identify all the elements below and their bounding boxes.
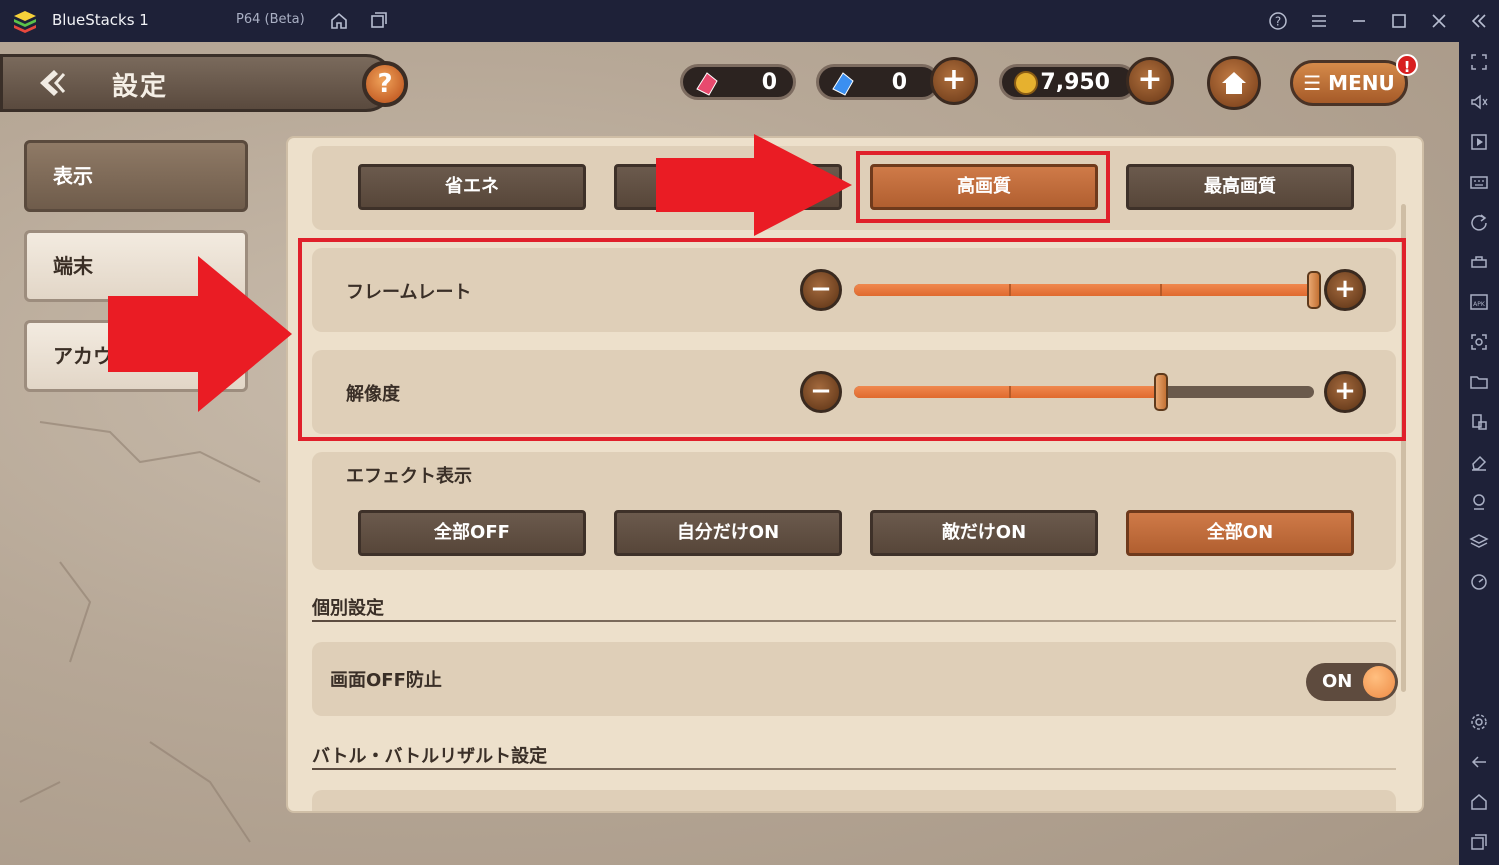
battle-settings-heading: バトル・バトルリザルト設定 — [312, 746, 548, 767]
svg-text:?: ? — [1275, 15, 1281, 29]
page-title: 設定 — [112, 72, 169, 102]
minimize-icon[interactable] — [1347, 9, 1371, 33]
apk-icon[interactable]: APK — [1467, 290, 1491, 314]
blue-gem-counter: 0 — [816, 64, 940, 100]
add-blue-gem-button[interactable]: + — [930, 57, 978, 105]
screen-off-toggle[interactable]: ON — [1306, 663, 1398, 701]
home-icon[interactable] — [327, 9, 351, 33]
effects-enemy-only-button[interactable]: 敵だけON — [870, 510, 1098, 556]
add-gold-button[interactable]: + — [1126, 57, 1174, 105]
multi-instance-icon[interactable] — [367, 9, 391, 33]
section-divider — [312, 620, 1396, 622]
settings-icon[interactable] — [1467, 710, 1491, 734]
screen-off-label: 画面OFF防止 — [330, 670, 442, 691]
recent-apps-icon[interactable] — [1467, 830, 1491, 854]
individual-settings-heading: 個別設定 — [312, 598, 384, 619]
highlight-box-quality — [856, 151, 1110, 223]
fullscreen-icon[interactable] — [1467, 50, 1491, 74]
back-arrow-icon[interactable] — [34, 66, 70, 100]
blue-gem-icon — [832, 72, 854, 96]
app-title: BlueStacks 1 — [52, 11, 149, 29]
volume-icon[interactable] — [1467, 90, 1491, 114]
effects-all-off-button[interactable]: 全部OFF — [358, 510, 586, 556]
toggle-knob — [1363, 666, 1395, 698]
eraser-icon[interactable] — [1467, 450, 1491, 474]
bluestacks-logo-icon — [14, 11, 36, 33]
gold-value: 7,950 — [1040, 70, 1110, 95]
layers-icon[interactable] — [1467, 530, 1491, 554]
back-icon[interactable] — [1467, 750, 1491, 774]
house-icon — [1222, 72, 1246, 94]
help-button[interactable]: ? — [362, 61, 408, 107]
highlight-box-sliders — [298, 238, 1406, 441]
effects-all-on-button[interactable]: 全部ON — [1126, 510, 1354, 556]
category-display[interactable]: 表示 — [24, 140, 248, 212]
screen-off-section: 画面OFF防止 ON — [312, 642, 1398, 716]
red-gem-icon — [696, 72, 718, 96]
red-arrow-right-icon — [656, 134, 852, 236]
red-gem-value: 0 — [761, 70, 777, 95]
multi-window-icon[interactable] — [1467, 410, 1491, 434]
section-divider — [312, 768, 1396, 770]
hamburger-icon[interactable] — [1307, 9, 1331, 33]
quality-eco-button[interactable]: 省エネ — [358, 164, 586, 210]
collapse-sidebar-icon[interactable] — [1467, 9, 1491, 33]
gamepad-icon[interactable] — [1467, 250, 1491, 274]
performance-icon[interactable] — [1467, 570, 1491, 594]
effects-label: エフェクト表示 — [346, 466, 472, 487]
effects-self-only-button[interactable]: 自分だけON — [614, 510, 842, 556]
battle-section — [312, 790, 1396, 811]
svg-text:APK: APK — [1473, 301, 1486, 308]
effects-section: エフェクト表示 全部OFF 自分だけON 敵だけON 全部ON — [312, 452, 1396, 570]
media-icon[interactable] — [1467, 130, 1491, 154]
red-arrow-right-icon — [108, 256, 292, 412]
rotate-icon[interactable] — [1467, 210, 1491, 234]
quality-highest-button[interactable]: 最高画質 — [1126, 164, 1354, 210]
title-bar: BlueStacks 1 P64 (Beta) ? — [0, 0, 1499, 42]
folder-icon[interactable] — [1467, 370, 1491, 394]
menu-button[interactable]: ☰ MENU — [1290, 60, 1408, 106]
close-icon[interactable] — [1427, 9, 1451, 33]
blue-gem-value: 0 — [891, 70, 907, 95]
right-sidebar: APK — [1459, 42, 1499, 865]
home-icon[interactable] — [1467, 790, 1491, 814]
app-version: P64 (Beta) — [236, 12, 305, 27]
gold-counter: 7,950 — [999, 64, 1137, 100]
maximize-icon[interactable] — [1387, 9, 1411, 33]
game-home-button[interactable] — [1207, 56, 1261, 110]
location-icon[interactable] — [1467, 490, 1491, 514]
menu-notification-badge: ! — [1396, 54, 1418, 76]
game-screen: 設定 ? 0 0 + 7,950 + ☰ MENU ! 表示 端末 アカウ 省エ… — [0, 42, 1459, 865]
screenshot-icon[interactable] — [1467, 330, 1491, 354]
header-bar: 設定 ? — [0, 54, 418, 114]
gold-coin-icon — [1014, 71, 1038, 95]
keyboard-icon[interactable] — [1467, 170, 1491, 194]
toggle-state: ON — [1322, 671, 1353, 692]
help-icon[interactable]: ? — [1266, 9, 1290, 33]
red-gem-counter: 0 — [680, 64, 796, 100]
